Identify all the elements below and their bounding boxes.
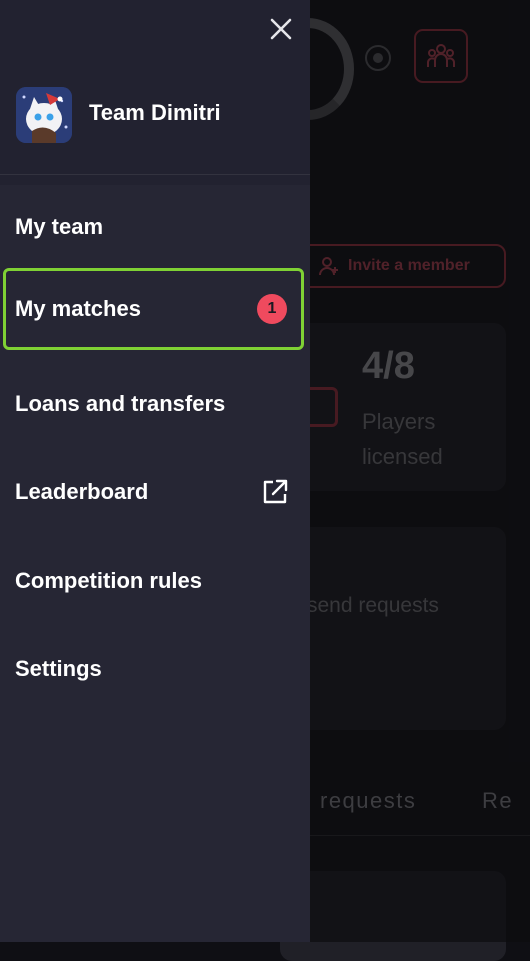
menu-item-label: My team xyxy=(15,214,104,239)
team-name[interactable]: Team Dimitri xyxy=(89,100,221,126)
menu-item-label: Competition rules xyxy=(15,568,203,593)
external-link-icon xyxy=(263,479,288,504)
menu-item-label: My matches xyxy=(15,296,141,321)
notification-badge: 1 xyxy=(257,294,287,324)
menu-item-my-matches[interactable]: My matches 1 xyxy=(3,268,304,350)
menu-item-label: Leaderboard xyxy=(15,479,149,504)
menu-item-label: Loans and transfers xyxy=(15,391,226,416)
close-button[interactable] xyxy=(266,14,296,44)
menu-item-competition-rules[interactable]: Competition rules xyxy=(3,540,304,622)
header-divider xyxy=(0,174,310,175)
navigation-drawer: Team Dimitri My team My matches 1 Loans … xyxy=(0,0,310,942)
close-icon xyxy=(270,18,292,40)
menu-item-loans-and-transfers[interactable]: Loans and transfers xyxy=(3,363,304,445)
menu-item-settings[interactable]: Settings xyxy=(3,628,304,710)
team-avatar-image xyxy=(16,87,72,143)
menu-item-my-team[interactable]: My team xyxy=(3,186,304,268)
menu-item-leaderboard[interactable]: Leaderboard xyxy=(3,451,304,533)
menu-item-label: Settings xyxy=(15,656,102,681)
drawer-header: Team Dimitri xyxy=(0,0,310,174)
avatar[interactable] xyxy=(16,87,72,143)
